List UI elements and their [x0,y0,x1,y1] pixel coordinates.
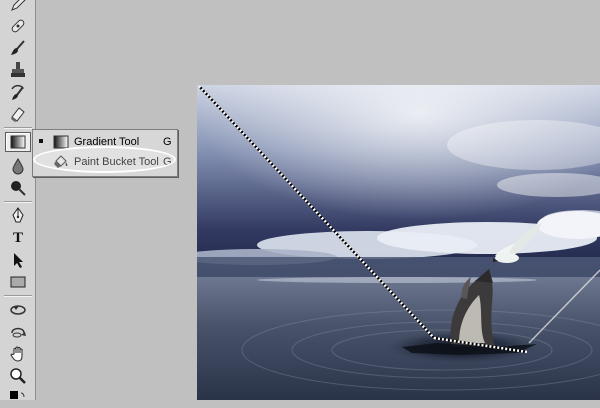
history-brush-icon [11,84,24,100]
dodge-icon [11,181,26,196]
foreground-background-colors[interactable] [5,388,31,408]
dodge-tool[interactable] [5,178,31,198]
menu-item-shortcut: G [163,136,172,148]
eraser-icon [11,107,25,122]
brush-icon [11,40,25,55]
pen-tool[interactable] [5,206,31,226]
toolbar-separator [4,127,32,129]
stamp-icon [11,62,25,77]
bandage-icon [11,19,25,33]
eraser-tool[interactable] [5,104,31,124]
hand-icon [10,346,23,362]
pencil-icon [11,0,26,11]
path-selection-tool[interactable] [5,250,31,270]
pen-icon [12,207,24,223]
gradient-tool[interactable] [5,132,31,152]
history-brush-tool[interactable] [5,82,31,102]
toolbar-separator [4,201,32,203]
blur-tool[interactable] [5,156,31,176]
highlight-ellipse-annotation [33,146,176,173]
document-canvas[interactable] [197,85,600,400]
arrow-icon [14,253,23,268]
drop-icon [12,158,24,175]
clone-stamp-tool[interactable] [5,60,31,80]
3d-rotate-icon [10,305,26,315]
healing-brush-tool[interactable] [5,16,31,36]
hand-tool[interactable] [5,344,31,364]
tools-panel: T [0,0,36,400]
3d-rotate-tool[interactable] [5,300,31,320]
zoom-tool[interactable] [5,366,31,386]
selected-indicator [39,139,43,143]
3d-orbit-tool[interactable] [5,322,31,342]
3d-orbit-icon [11,327,26,338]
color-swatch-icon [10,391,25,399]
canvas-image [197,85,600,400]
rectangle-icon [10,276,26,288]
brush-tool[interactable] [5,38,31,58]
zoom-icon [10,368,26,384]
type-tool[interactable]: T [5,228,31,248]
rectangle-tool[interactable] [5,272,31,292]
pencil-tool[interactable] [5,0,31,14]
type-icon: T [12,230,23,246]
toolbar-separator [4,295,32,297]
gradient-icon [10,135,26,149]
